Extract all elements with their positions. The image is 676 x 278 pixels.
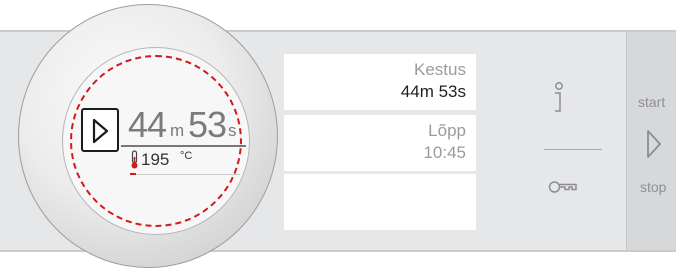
remaining-minutes: 44 xyxy=(128,104,167,145)
end-time-label: Lõpp xyxy=(428,121,466,140)
end-time-value: 10:45 xyxy=(423,143,466,162)
progress-track xyxy=(130,174,240,175)
stop-label: stop xyxy=(640,179,667,195)
key-icon[interactable] xyxy=(548,179,580,195)
temperature-unit: °C xyxy=(180,150,193,162)
start-label: start xyxy=(638,94,666,110)
remaining-seconds: 53 xyxy=(188,104,227,145)
duration-value: 44m 53s xyxy=(400,82,466,101)
icon-divider xyxy=(544,149,602,150)
time-divider xyxy=(121,145,246,147)
duration-label: Kestus xyxy=(414,60,466,79)
temperature-value: 195 xyxy=(141,150,170,169)
play-icon xyxy=(92,118,109,144)
seconds-unit: s xyxy=(228,121,237,140)
start-stop-button[interactable] xyxy=(644,128,664,160)
duration-box: Kestus 44m 53s xyxy=(284,54,476,110)
thermometer-icon xyxy=(131,150,138,169)
end-time-box: Lõpp 10:45 xyxy=(284,115,476,171)
minutes-unit: m xyxy=(170,121,185,140)
play-button[interactable] xyxy=(81,108,119,152)
empty-info-box xyxy=(284,174,476,230)
progress-bar-fill xyxy=(130,173,136,175)
info-icon[interactable] xyxy=(551,80,567,114)
